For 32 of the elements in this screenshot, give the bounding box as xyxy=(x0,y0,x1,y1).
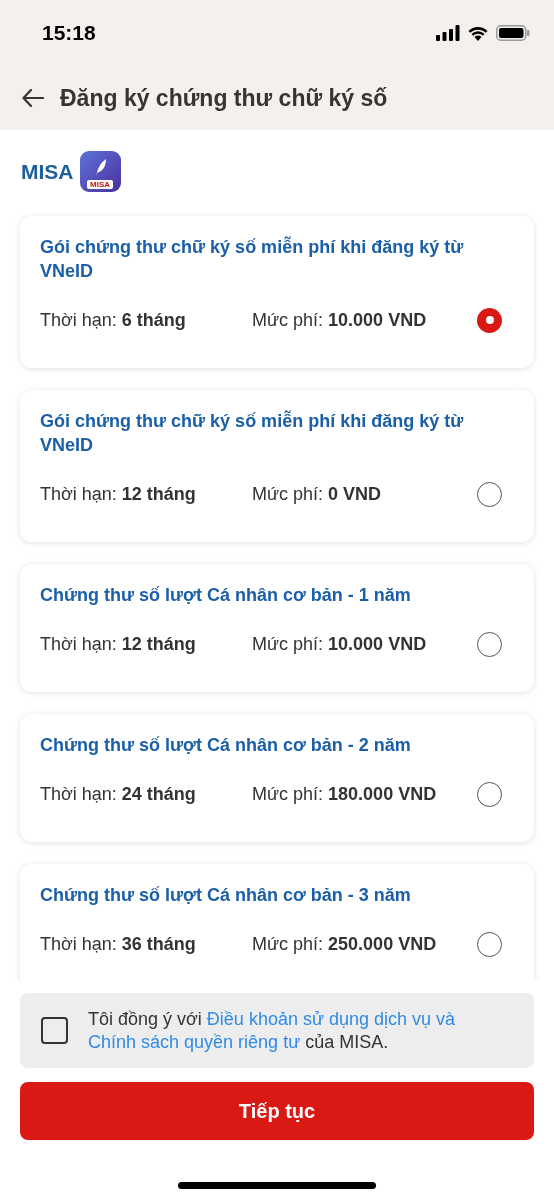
duration-text: Thời hạn: 24 tháng xyxy=(40,782,197,806)
duration-text: Thời hạn: 36 tháng xyxy=(40,932,197,956)
agreement-text: Tôi đồng ý với Điều khoản sử dụng dịch vụ và Chính sách quyền riêng tư của MISA. xyxy=(88,1007,457,1054)
radio-button[interactable] xyxy=(477,307,502,333)
package-card[interactable]: Chứng thư số lượt Cá nhân cơ bản - 3 năm Thời hạn: 36 tháng Mức phí: 250.000 VND xyxy=(20,864,534,980)
wifi-icon xyxy=(467,25,489,41)
fee-text: Mức phí: 10.000 VND xyxy=(252,632,428,656)
fee-text: Mức phí: 250.000 VND xyxy=(252,932,438,956)
package-title: Gói chứng thư chữ ký số miễn phí khi đăng ký từ VNeID xyxy=(40,235,465,283)
page-title: Đăng ký chứng thư chữ ký số xyxy=(60,83,388,113)
status-time: 15:18 xyxy=(42,20,96,47)
agreement-checkbox[interactable] xyxy=(41,1017,68,1044)
fee-text: Mức phí: 180.000 VND xyxy=(252,782,438,806)
battery-icon xyxy=(496,25,530,41)
duration-text: Thời hạn: 12 tháng xyxy=(40,482,197,506)
provider-name: MISA xyxy=(21,158,74,185)
fee-text: Mức phí: 10.000 VND xyxy=(252,308,428,332)
package-title: Chứng thư số lượt Cá nhân cơ bản - 3 năm xyxy=(40,884,412,907)
continue-button[interactable]: Tiếp tục xyxy=(20,1082,534,1140)
signal-icon xyxy=(436,25,460,41)
duration-text: Thời hạn: 6 tháng xyxy=(40,308,187,332)
package-card[interactable]: Chứng thư số lượt Cá nhân cơ bản - 2 năm Thời hạn: 24 tháng Mức phí: 180.000 VND xyxy=(20,714,534,842)
package-card[interactable]: Chứng thư số lượt Cá nhân cơ bản - 1 năm Thời hạn: 12 tháng Mức phí: 10.000 VND xyxy=(20,564,534,692)
duration-text: Thời hạn: 12 tháng xyxy=(40,632,197,656)
package-title: Chứng thư số lượt Cá nhân cơ bản - 1 năm xyxy=(40,584,412,607)
app-icon-label: MISA xyxy=(87,180,113,189)
package-title: Chứng thư số lượt Cá nhân cơ bản - 2 năm xyxy=(40,734,412,757)
package-card[interactable]: Gói chứng thư chữ ký số miễn phí khi đăng ký từ VNeID Thời hạn: 12 tháng Mức phí: 0 VND xyxy=(20,390,534,542)
back-arrow-icon[interactable] xyxy=(22,89,44,107)
package-title: Gói chứng thư chữ ký số miễn phí khi đăng ký từ VNeID xyxy=(40,409,465,457)
package-card[interactable]: Gói chứng thư chữ ký số miễn phí khi đăng ký từ VNeID Thời hạn: 6 tháng Mức phí: 10.000 VND xyxy=(20,216,534,368)
fee-text: Mức phí: 0 VND xyxy=(252,482,383,506)
